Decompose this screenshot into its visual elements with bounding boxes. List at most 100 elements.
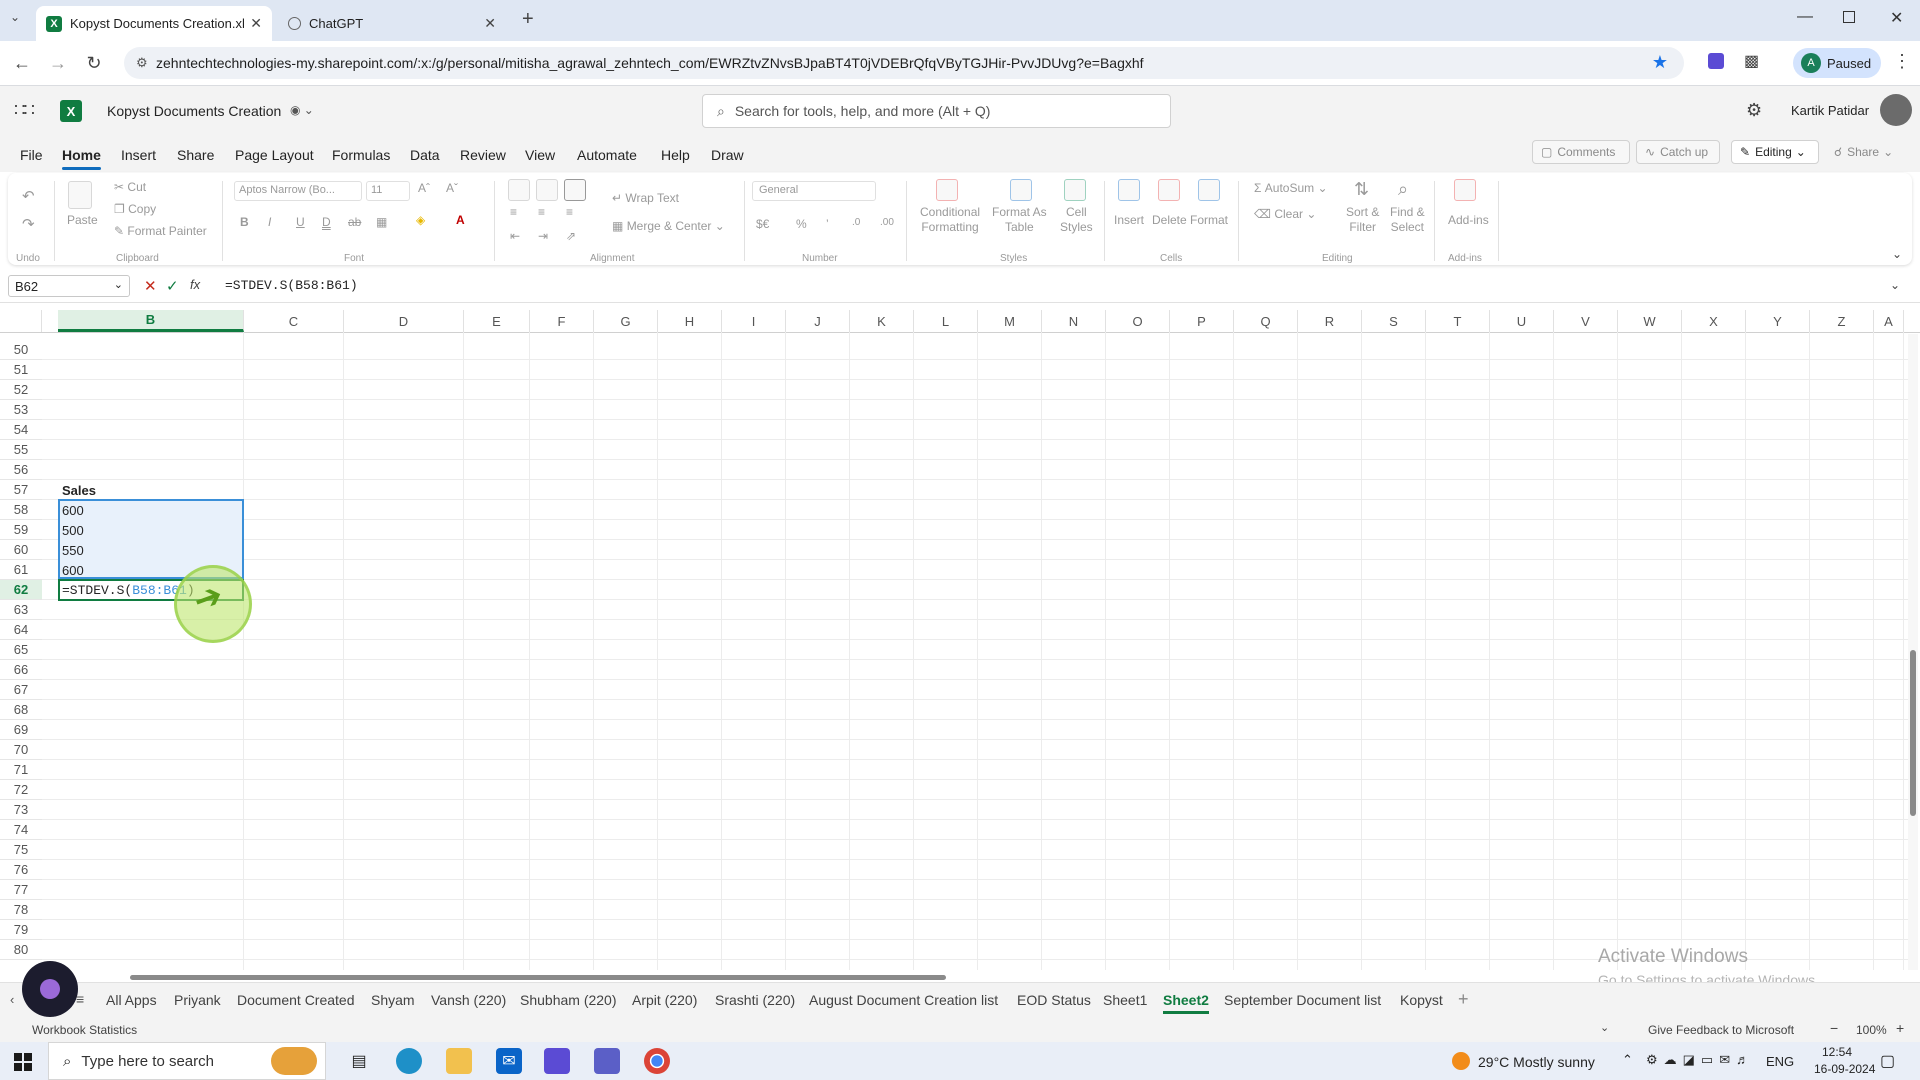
increase-indent-icon[interactable]: ⇥ [538, 229, 548, 243]
column-header[interactable]: X [1682, 310, 1746, 332]
back-icon[interactable]: ← [10, 51, 34, 75]
sheet-tab-september-document-list[interactable]: September Document list [1224, 992, 1381, 1008]
row-header[interactable]: 68 [0, 700, 42, 720]
restore-icon[interactable] [1843, 11, 1855, 23]
clock-time[interactable]: 12:54 [1822, 1045, 1852, 1059]
search-input[interactable]: ⌕ Search for tools, help, and more (Alt … [702, 94, 1171, 128]
cell-b58[interactable]: 600 [59, 500, 84, 520]
status-dropdown-icon[interactable]: ⌄ [1600, 1021, 1609, 1034]
horizontal-scroll-thumb[interactable] [130, 975, 946, 980]
cell-b60[interactable]: 550 [59, 540, 84, 560]
column-header[interactable]: H [658, 310, 722, 332]
merge-center-button[interactable]: ▦ Merge & Center ⌄ [612, 219, 725, 233]
increase-decimal-icon[interactable]: .0 [852, 217, 860, 228]
italic-icon[interactable]: I [268, 215, 271, 229]
paste-icon[interactable] [68, 181, 92, 209]
cut-button[interactable]: ✂ Cut [114, 180, 146, 194]
user-name[interactable]: Kartik Patidar [1791, 103, 1869, 118]
decrease-indent-icon[interactable]: ⇤ [510, 229, 520, 243]
tab-home[interactable]: Home [62, 147, 101, 170]
column-header[interactable]: G [594, 310, 658, 332]
vertical-scrollbar[interactable] [1908, 334, 1918, 970]
select-all-corner[interactable] [0, 310, 42, 332]
row-header[interactable]: 51 [0, 360, 42, 380]
column-header[interactable]: T [1426, 310, 1490, 332]
addins-icon[interactable] [1454, 179, 1476, 201]
file-explorer-icon[interactable] [446, 1048, 472, 1074]
conditional-formatting-button[interactable]: Conditional Formatting [920, 205, 980, 235]
middle-align-icon[interactable] [536, 179, 558, 201]
share-button[interactable]: ☌ Share ⌄ [1826, 140, 1910, 164]
excel-logo-icon[interactable]: X [60, 100, 82, 122]
decrease-font-icon[interactable]: Aˇ [446, 181, 458, 195]
row-header[interactable]: 64 [0, 620, 42, 640]
row-header[interactable]: 53 [0, 400, 42, 420]
column-header[interactable]: W [1618, 310, 1682, 332]
row-header[interactable]: 57 [0, 480, 42, 500]
formula-input[interactable]: =STDEV.S(B58:B61) [225, 278, 358, 293]
browser-tab-chatgpt[interactable]: ChatGPT ✕ [278, 6, 506, 41]
avatar[interactable] [1880, 94, 1912, 126]
conditional-formatting-icon[interactable] [936, 179, 958, 201]
row-header[interactable]: 80 [0, 940, 42, 960]
tab-automate[interactable]: Automate [577, 147, 637, 163]
name-box[interactable]: B62 ⌄ [8, 275, 130, 297]
sheet-tab-shyam[interactable]: Shyam [371, 992, 415, 1008]
workbook-statistics-button[interactable]: Workbook Statistics [32, 1023, 137, 1037]
insert-cells-icon[interactable] [1118, 179, 1140, 201]
delete-cells-button[interactable]: Delete [1152, 213, 1187, 227]
autosum-button[interactable]: Σ AutoSum ⌄ [1254, 181, 1328, 195]
strikethrough-icon[interactable]: ab [348, 215, 361, 229]
app-icon[interactable] [544, 1048, 570, 1074]
redo-icon[interactable]: ↷ [22, 215, 35, 233]
format-cells-icon[interactable] [1198, 179, 1220, 201]
extensions-puzzle-icon[interactable]: ▩ [1744, 51, 1759, 71]
close-tab-icon[interactable]: ✕ [250, 15, 262, 32]
editing-mode-button[interactable]: ✎ Editing ⌄ [1731, 140, 1819, 164]
sheet-tab-kopyst[interactable]: Kopyst [1400, 992, 1443, 1008]
column-header[interactable]: R [1298, 310, 1362, 332]
zoom-in-icon[interactable]: + [1896, 1020, 1904, 1036]
vertical-scroll-thumb[interactable] [1910, 650, 1916, 816]
row-header[interactable]: 54 [0, 420, 42, 440]
confirm-formula-icon[interactable]: ✓ [166, 277, 179, 295]
expand-formula-icon[interactable]: ⌄ [1890, 278, 1900, 292]
top-align-icon[interactable] [508, 179, 530, 201]
close-window-icon[interactable]: ✕ [1890, 8, 1903, 28]
bookmark-star-icon[interactable]: ★ [1652, 52, 1668, 73]
cell-b61[interactable]: 600 [59, 560, 84, 580]
row-header[interactable]: 75 [0, 840, 42, 860]
row-header[interactable]: 55 [0, 440, 42, 460]
row-header[interactable]: 79 [0, 920, 42, 940]
row-header[interactable]: 66 [0, 660, 42, 680]
cancel-formula-icon[interactable]: ✕ [144, 277, 157, 295]
tab-view[interactable]: View [525, 147, 555, 163]
row-header[interactable]: 56 [0, 460, 42, 480]
row-header[interactable]: 74 [0, 820, 42, 840]
feedback-link[interactable]: Give Feedback to Microsoft [1648, 1023, 1794, 1037]
sheet-scroll-left-icon[interactable]: ‹ [10, 992, 14, 1007]
sheet-tab-august-document-creation-list[interactable]: August Document Creation list [809, 992, 998, 1008]
column-header[interactable]: N [1042, 310, 1106, 332]
horizontal-scrollbar[interactable] [130, 975, 1900, 981]
column-header[interactable]: D [344, 310, 464, 332]
find-select-icon[interactable]: ⌕ [1398, 179, 1408, 200]
currency-icon[interactable]: $€ [756, 217, 769, 231]
new-tab-icon[interactable]: + [522, 8, 534, 31]
task-view-icon[interactable]: ▤ [346, 1048, 372, 1074]
sheet-tab-sheet1[interactable]: Sheet1 [1103, 992, 1147, 1008]
site-info-icon[interactable]: ⚙ [136, 55, 148, 71]
cell-b57[interactable]: Sales [59, 480, 96, 500]
align-left-icon[interactable]: ≡ [510, 205, 517, 219]
underline-icon[interactable]: U [296, 215, 305, 229]
addins-button[interactable]: Add-ins [1448, 213, 1489, 227]
paste-button[interactable]: Paste [67, 213, 98, 227]
row-header[interactable]: 63 [0, 600, 42, 620]
font-size-select[interactable]: 11 [366, 181, 410, 201]
add-sheet-icon[interactable]: + [1458, 989, 1469, 1010]
column-header[interactable]: I [722, 310, 786, 332]
sheet-tab-arpit[interactable]: Arpit (220) [632, 992, 697, 1008]
browser-tab-excel[interactable]: X Kopyst Documents Creation.xls ✕ [36, 6, 272, 41]
sheet-tab-document-created[interactable]: Document Created [237, 992, 355, 1008]
fill-color-icon[interactable]: ◈ [416, 213, 425, 227]
